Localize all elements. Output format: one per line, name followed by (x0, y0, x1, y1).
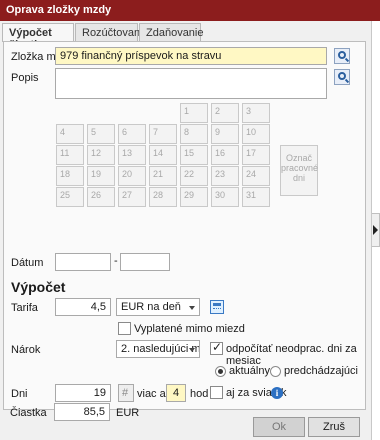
datum-to-field[interactable] (120, 253, 170, 271)
tab-rozuctovanie[interactable]: Rozúčtovanie (75, 23, 149, 41)
calendar-day[interactable]: 2 (211, 103, 239, 123)
calendar-day[interactable]: 6 (118, 124, 146, 144)
tarifa-unit-select[interactable]: EUR na deň (116, 298, 200, 316)
datum-from-field[interactable] (55, 253, 111, 271)
popis-label: Popis (11, 72, 39, 84)
ciastka-unit: EUR (116, 407, 140, 419)
calendar-day[interactable]: 29 (180, 187, 208, 207)
narok-select[interactable]: 2. nasledujúci me... (116, 340, 200, 358)
calendar-day[interactable]: 9 (211, 124, 239, 144)
dni-label: Dni (11, 388, 28, 400)
datum-label: Dátum (11, 257, 44, 269)
narok-label: Nárok (11, 344, 41, 356)
hash-button[interactable]: # (118, 384, 134, 402)
calendar-day[interactable]: 28 (149, 187, 177, 207)
tarifa-field[interactable]: 4,5 (55, 298, 111, 316)
dialog-body: Výpočet čiastky Rozúčtovanie Zdaňovanie … (0, 21, 372, 440)
tab-vypocet-ciastky[interactable]: Výpočet čiastky (2, 23, 74, 51)
odpocitat-checkbox[interactable] (210, 340, 223, 355)
calendar-day[interactable]: 4 (56, 124, 84, 144)
tarifa-unit-value: EUR na deň (121, 301, 181, 313)
calendar-day[interactable]: 22 (180, 166, 208, 186)
radio-aktualny-label: aktuálny (229, 365, 270, 377)
calendar-day[interactable]: 18 (56, 166, 84, 186)
ok-button[interactable]: Ok (253, 417, 305, 437)
datum-separator: - (114, 255, 118, 267)
tarifa-label: Tarifa (11, 302, 38, 314)
calendar-day[interactable]: 11 (56, 145, 84, 165)
popis-field[interactable] (55, 68, 327, 99)
calendar-day[interactable]: 3 (242, 103, 270, 123)
mark-working-days-button[interactable]: Označ pracovné dni (280, 145, 318, 196)
calendar-day[interactable]: 5 (87, 124, 115, 144)
popis-search-icon[interactable] (334, 69, 350, 85)
radio-predchadzajuci-label: predchádzajúci (284, 365, 358, 377)
window-title: Oprava zložky mzdy (0, 0, 380, 21)
calendar-day[interactable]: 1 (180, 103, 208, 123)
chevron-down-icon (189, 348, 195, 352)
calendar-day[interactable]: 25 (56, 187, 84, 207)
calendar-day[interactable]: 24 (242, 166, 270, 186)
info-icon[interactable]: i (271, 387, 283, 399)
vyplatene-label: Vyplatené mimo miezd (134, 323, 245, 335)
calendar-day[interactable]: 7 (149, 124, 177, 144)
calendar-day[interactable]: 8 (180, 124, 208, 144)
zlozka-field[interactable]: 979 finančný príspevok na stravu (55, 47, 327, 65)
expand-panel-button[interactable] (372, 213, 380, 247)
odpocitat-label: odpočítať neodprac. dni za mesiac (226, 343, 357, 367)
cancel-button[interactable]: Zruš (308, 417, 360, 437)
calendar-day[interactable]: 19 (87, 166, 115, 186)
vypocet-title: Výpočet (11, 279, 66, 295)
radio-predchadzajuci[interactable] (270, 366, 281, 377)
chevron-down-icon (189, 306, 195, 310)
calendar-day[interactable]: 23 (211, 166, 239, 186)
calendar-day[interactable]: 20 (118, 166, 146, 186)
calendar-day[interactable]: 27 (118, 187, 146, 207)
chevron-right-icon (373, 225, 378, 235)
tab-zdanovanie[interactable]: Zdaňovanie (139, 23, 204, 41)
tab-panel: Zložka mzdy 979 finančný príspevok na st… (3, 41, 366, 410)
ciastka-field: 85,5 (54, 403, 110, 421)
calendar-day[interactable]: 10 (242, 124, 270, 144)
calendar-day[interactable]: 31 (242, 187, 270, 207)
calendar-day[interactable]: 16 (211, 145, 239, 165)
calendar-day[interactable]: 13 (118, 145, 146, 165)
calendar-day[interactable]: 21 (149, 166, 177, 186)
calculator-icon[interactable] (210, 300, 224, 314)
vyplatene-checkbox[interactable] (118, 322, 131, 335)
calendar-day[interactable]: 26 (87, 187, 115, 207)
radio-aktualny[interactable] (215, 366, 226, 377)
hod-field[interactable]: 4 (166, 384, 186, 402)
calendar-day[interactable]: 12 (87, 145, 115, 165)
sviatok-checkbox[interactable] (210, 386, 223, 399)
calendar-day[interactable]: 17 (242, 145, 270, 165)
dni-field[interactable]: 19 (55, 384, 111, 402)
hod-label: hod (190, 388, 209, 400)
zlozka-search-icon[interactable] (334, 48, 350, 64)
calendar-day[interactable]: 30 (211, 187, 239, 207)
calendar-day[interactable]: 14 (149, 145, 177, 165)
ciastka-label: Čiastka (10, 407, 47, 419)
calendar-day[interactable]: 15 (180, 145, 208, 165)
